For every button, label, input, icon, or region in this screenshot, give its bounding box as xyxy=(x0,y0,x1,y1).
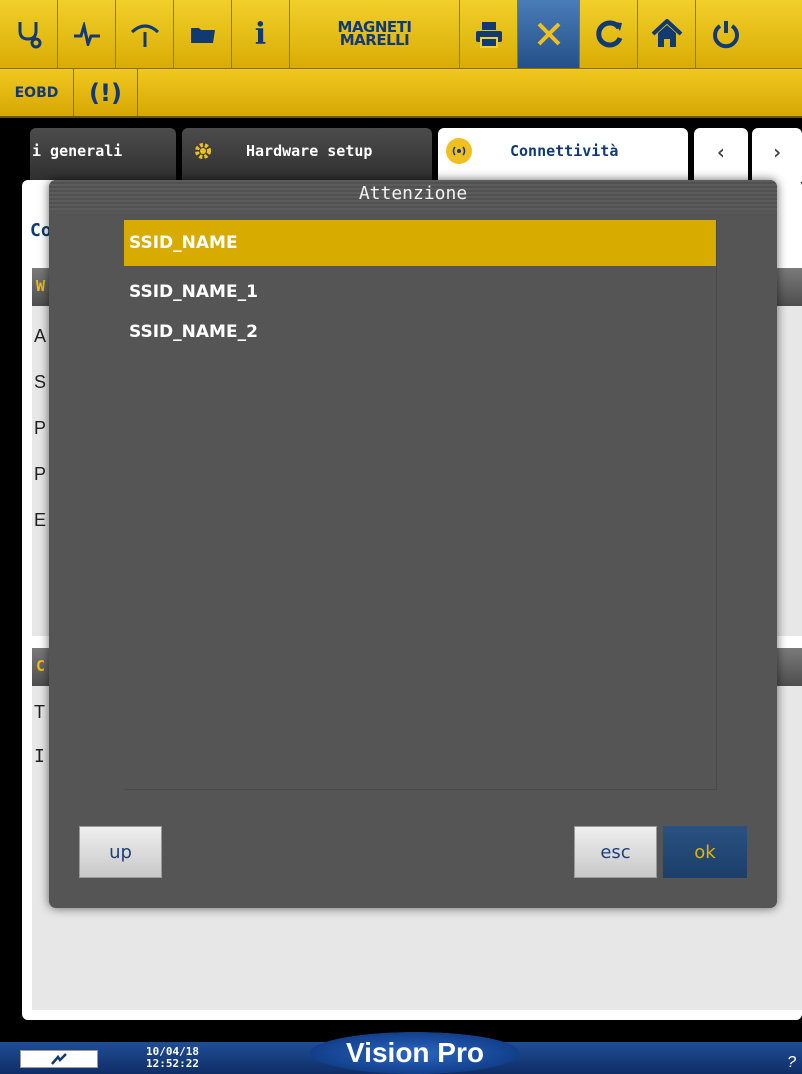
eobd-button[interactable]: EOBD xyxy=(0,69,74,116)
tools-icon[interactable] xyxy=(518,0,580,68)
status-time: 12:52:22 xyxy=(146,1057,199,1070)
printer-icon[interactable] xyxy=(460,0,518,68)
field-label: S xyxy=(34,372,47,392)
tab-connettivita[interactable]: Connettività xyxy=(438,128,688,182)
gauge-icon[interactable] xyxy=(116,0,174,68)
wifi-icon xyxy=(446,138,472,164)
home-icon[interactable] xyxy=(638,0,696,68)
field-label: I xyxy=(34,746,45,767)
dialog-title: Attenzione xyxy=(49,180,777,210)
folder-icon[interactable] xyxy=(174,0,232,68)
ssid-list[interactable]: SSID_NAME SSID_NAME_1 SSID_NAME_2 xyxy=(124,220,717,790)
gear-icon xyxy=(190,138,216,164)
attention-dialog: Attenzione SSID_NAME SSID_NAME_1 SSID_NA… xyxy=(49,180,777,908)
tab-label: Connettività xyxy=(510,142,619,160)
field-label: A xyxy=(34,326,47,346)
link-icon xyxy=(51,1053,67,1065)
date-time: 10/04/18 12:52:22 xyxy=(146,1046,199,1070)
ssid-list-item-selected[interactable]: SSID_NAME xyxy=(124,220,716,266)
power-icon[interactable] xyxy=(696,0,756,68)
tab-scroll-left-button[interactable]: ‹ xyxy=(694,128,748,182)
tab-dati-generali[interactable]: i generali xyxy=(30,128,176,182)
sync-icon[interactable] xyxy=(580,0,638,68)
brand-logo: MAGNETI MARELLI xyxy=(290,0,460,68)
product-name: Vision Pro xyxy=(310,1032,520,1074)
secondary-toolbar: EOBD (!) xyxy=(0,68,802,118)
ssid-list-item[interactable]: SSID_NAME_1 xyxy=(124,272,716,312)
diagnosis-icon[interactable] xyxy=(0,0,58,68)
field-label: P xyxy=(34,464,47,484)
oscilloscope-icon[interactable] xyxy=(58,0,116,68)
esc-button[interactable]: esc xyxy=(574,826,657,878)
field-label: T xyxy=(34,702,45,722)
tpms-warning-icon: (!) xyxy=(89,78,122,107)
main-toolbar: i MAGNETI MARELLI xyxy=(0,0,802,68)
info-icon[interactable]: i xyxy=(232,0,290,68)
connection-indicator xyxy=(20,1050,98,1068)
up-button[interactable]: up xyxy=(79,826,162,878)
ok-button[interactable]: ok xyxy=(663,826,747,878)
field-label: E xyxy=(34,510,47,530)
settings-tabs: i generali Hardware setup Connettività ‹… xyxy=(0,118,802,182)
brand-line-2: MARELLI xyxy=(339,31,410,49)
help-icon[interactable]: ? xyxy=(787,1054,796,1072)
tpms-warning-button[interactable]: (!) xyxy=(74,69,138,116)
tab-label: i generali xyxy=(32,142,123,160)
tab-label: Hardware setup xyxy=(246,142,373,160)
field-label: P xyxy=(34,418,47,438)
ssid-list-item[interactable]: SSID_NAME_2 xyxy=(124,312,716,352)
tab-hardware-setup[interactable]: Hardware setup xyxy=(182,128,432,182)
tab-scroll-right-button[interactable]: › xyxy=(752,128,802,182)
